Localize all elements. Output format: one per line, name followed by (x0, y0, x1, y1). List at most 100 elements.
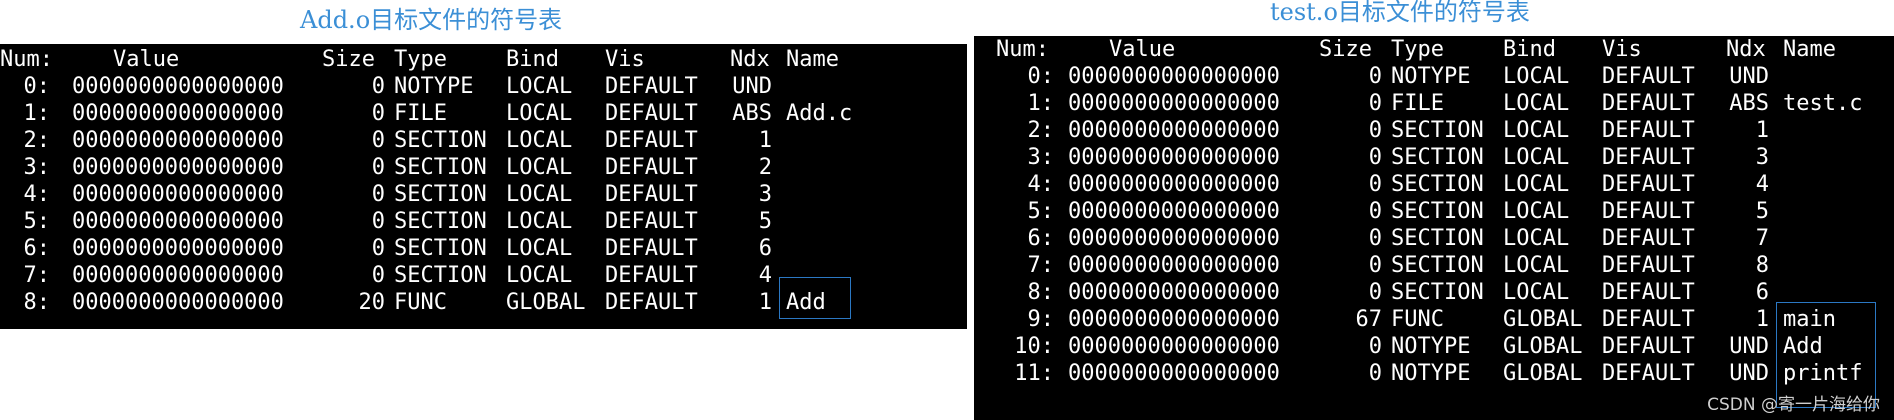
cell-value: 0000000000000000 (1068, 253, 1280, 278)
header-ndx: Ndx (730, 47, 770, 72)
cell-num: 9: (1027, 307, 1055, 332)
cell-num: 7: (23, 263, 51, 288)
header-num: Num: (996, 37, 1049, 62)
cell-bind: LOCAL (1503, 91, 1570, 116)
cell-value: 0000000000000000 (72, 236, 284, 261)
cell-name: Add.c (786, 101, 853, 126)
cell-ndx: 3 (1755, 145, 1769, 170)
cell-size: 0 (1368, 145, 1382, 170)
cell-size: 0 (1368, 280, 1382, 305)
cell-size: 0 (371, 263, 385, 288)
watermark: CSDN @寄一片海给你 (1707, 395, 1880, 415)
cell-value: 0000000000000000 (72, 101, 284, 126)
cell-bind: GLOBAL (1503, 307, 1583, 332)
cell-size: 20 (358, 290, 386, 315)
cell-num: 5: (1027, 199, 1055, 224)
cell-vis: DEFAULT (605, 128, 698, 153)
cell-size: 0 (1368, 91, 1382, 116)
cell-value: 0000000000000000 (72, 263, 284, 288)
cell-ndx: ABS (1729, 91, 1769, 116)
cell-num: 7: (1027, 253, 1055, 278)
cell-bind: LOCAL (506, 263, 573, 288)
cell-value: 0000000000000000 (72, 290, 284, 315)
cell-num: 11: (1014, 361, 1054, 386)
cell-ndx: 1 (1755, 307, 1769, 332)
header-bind: Bind (506, 47, 559, 72)
cell-ndx: 6 (758, 236, 772, 261)
cell-size: 0 (1368, 64, 1382, 89)
cell-type: NOTYPE (1391, 334, 1471, 359)
cell-type: NOTYPE (1391, 361, 1471, 386)
cell-value: 0000000000000000 (72, 74, 284, 99)
cell-bind: GLOBAL (1503, 334, 1583, 359)
cell-bind: LOCAL (1503, 118, 1570, 143)
cell-bind: LOCAL (506, 155, 573, 180)
cell-size: 0 (371, 209, 385, 234)
cell-name: printf (1783, 361, 1863, 386)
cell-num: 2: (23, 128, 51, 153)
cell-vis: DEFAULT (605, 290, 698, 315)
cell-type: SECTION (1391, 280, 1484, 305)
cell-bind: LOCAL (1503, 199, 1570, 224)
cell-vis: DEFAULT (1602, 118, 1695, 143)
header-size: Size (1319, 37, 1372, 62)
cell-type: FILE (394, 101, 447, 126)
cell-ndx: 1 (1755, 118, 1769, 143)
cell-type: NOTYPE (1391, 64, 1471, 89)
cell-ndx: 7 (1755, 226, 1769, 251)
cell-vis: DEFAULT (605, 209, 698, 234)
cell-size: 0 (1368, 118, 1382, 143)
header-type: Type (394, 47, 447, 72)
cell-vis: DEFAULT (605, 101, 698, 126)
cell-bind: LOCAL (506, 101, 573, 126)
cell-ndx: 6 (1755, 280, 1769, 305)
cell-vis: DEFAULT (1602, 145, 1695, 170)
cell-name: Add (786, 290, 826, 315)
cell-bind: LOCAL (1503, 253, 1570, 278)
cell-value: 0000000000000000 (1068, 361, 1280, 386)
cell-num: 2: (1027, 118, 1055, 143)
cell-type: SECTION (1391, 172, 1484, 197)
cell-value: 0000000000000000 (1068, 91, 1280, 116)
cell-vis: DEFAULT (1602, 172, 1695, 197)
cell-size: 67 (1355, 307, 1383, 332)
cell-num: 0: (1027, 64, 1055, 89)
header-ndx: Ndx (1726, 37, 1766, 62)
cell-ndx: 4 (1755, 172, 1769, 197)
cell-type: SECTION (1391, 253, 1484, 278)
cell-type: SECTION (394, 263, 487, 288)
cell-bind: LOCAL (1503, 172, 1570, 197)
cell-type: FUNC (394, 290, 447, 315)
cell-vis: DEFAULT (605, 236, 698, 261)
cell-size: 0 (371, 101, 385, 126)
cell-ndx: UND (1729, 64, 1769, 89)
cell-value: 0000000000000000 (1068, 280, 1280, 305)
header-vis: Vis (1602, 37, 1642, 62)
cell-vis: DEFAULT (1602, 361, 1695, 386)
header-name: Name (1783, 37, 1836, 62)
cell-value: 0000000000000000 (1068, 226, 1280, 251)
cell-bind: LOCAL (506, 128, 573, 153)
cell-type: SECTION (394, 182, 487, 207)
header-type: Type (1391, 37, 1444, 62)
header-value: Value (113, 47, 180, 72)
header-num: Num: (0, 47, 53, 72)
cell-vis: DEFAULT (605, 74, 698, 99)
cell-vis: DEFAULT (1602, 91, 1695, 116)
cell-type: SECTION (394, 155, 487, 180)
cell-num: 1: (1027, 91, 1055, 116)
header-name: Name (786, 47, 839, 72)
cell-num: 4: (23, 182, 51, 207)
cell-type: SECTION (394, 128, 487, 153)
cell-size: 0 (1368, 199, 1382, 224)
cell-vis: DEFAULT (1602, 307, 1695, 332)
cell-ndx: 1 (758, 128, 772, 153)
cell-name: test.c (1783, 91, 1863, 116)
add-o-symbol-table-terminal: Num: Value Size Type Bind Vis Ndx Name 0: 0000000… (0, 44, 967, 329)
cell-type: SECTION (1391, 118, 1484, 143)
header-value: Value (1109, 37, 1176, 62)
cell-bind: LOCAL (506, 236, 573, 261)
cell-num: 4: (1027, 172, 1055, 197)
cell-size: 0 (371, 128, 385, 153)
cell-name: main (1783, 307, 1836, 332)
